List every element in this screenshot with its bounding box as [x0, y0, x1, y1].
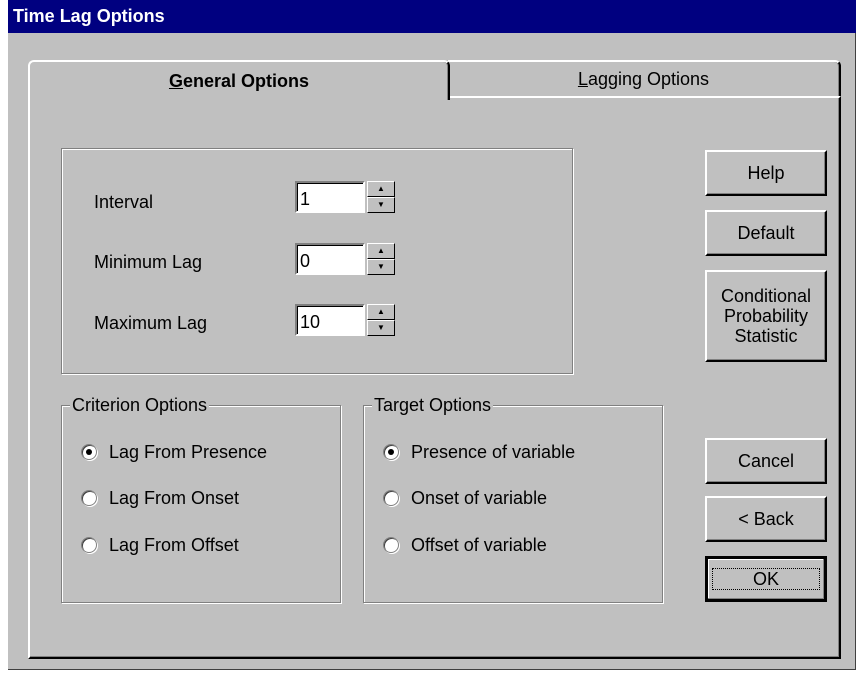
title-bar: Time Lag Options	[8, 0, 856, 33]
criterion-options-title: Criterion Options	[70, 394, 210, 416]
radio-label: Onset of variable	[411, 488, 548, 508]
back-button[interactable]: < Back	[705, 496, 827, 542]
cancel-button-label: Cancel	[737, 451, 795, 471]
radio-unchecked-icon	[81, 490, 97, 506]
spin-up-arrow-icon[interactable]: ▲	[367, 181, 395, 197]
radio-label: Presence of variable	[411, 442, 576, 462]
cancel-button[interactable]: Cancel	[705, 438, 827, 484]
help-button-label: Help	[747, 163, 785, 183]
criterion-options-group: Criterion Options Lag From Presence Lag …	[61, 394, 341, 603]
minimum-lag-spin-buttons: ▲ ▼	[367, 243, 395, 275]
target-options-title: Target Options	[372, 394, 494, 416]
radio-unchecked-icon	[383, 537, 399, 553]
radio-label: Lag From Onset	[109, 488, 240, 508]
maximum-lag-input[interactable]	[295, 304, 365, 336]
help-button[interactable]: Help	[705, 150, 827, 196]
spin-up-arrow-icon[interactable]: ▲	[367, 304, 395, 320]
radio-label: Lag From Presence	[109, 442, 268, 462]
conditional-line-2: Probability	[723, 306, 809, 326]
tab-lagging-hotkey: L	[577, 69, 588, 89]
lag-settings-panel: Interval ▲ ▼ Minimum Lag ▲ ▼ Maximum Lag…	[61, 148, 573, 374]
conditional-line-1: Conditional	[720, 286, 812, 306]
tab-lagging-label: agging Options	[587, 69, 710, 89]
window-title: Time Lag Options	[13, 6, 165, 26]
radio-unchecked-icon	[81, 537, 97, 553]
spin-down-arrow-icon[interactable]: ▼	[367, 259, 395, 275]
ok-button[interactable]: OK	[705, 556, 827, 602]
radio-unchecked-icon	[383, 490, 399, 506]
conditional-probability-statistic-button[interactable]: Conditional Probability Statistic	[705, 270, 827, 362]
radio-checked-icon	[383, 444, 399, 460]
interval-input[interactable]	[295, 181, 365, 213]
tab-general-label: eneral Options	[182, 71, 310, 91]
radio-label: Offset of variable	[411, 535, 547, 555]
conditional-line-3: Statistic	[734, 326, 798, 346]
ok-button-label: OK	[711, 568, 820, 590]
minimum-lag-input[interactable]	[295, 243, 365, 275]
minimum-lag-label: Minimum Lag	[94, 252, 203, 272]
spin-down-arrow-icon[interactable]: ▼	[367, 197, 395, 213]
default-button-label: Default	[737, 223, 795, 243]
maximum-lag-label: Maximum Lag	[94, 313, 208, 333]
target-options-group: Target Options Presence of variable Onse…	[363, 394, 663, 603]
tab-lagging-options[interactable]: Lagging Options	[448, 60, 841, 96]
minimum-lag-spinbox: ▲ ▼	[295, 243, 395, 275]
interval-label: Interval	[94, 192, 154, 212]
tab-general-hotkey: G	[168, 71, 183, 91]
dialog-window: Time Lag Options General Options Lagging…	[8, 0, 856, 670]
interval-spinbox: ▲ ▼	[295, 181, 395, 213]
default-button[interactable]: Default	[705, 210, 827, 256]
back-button-label: < Back	[738, 509, 794, 529]
spin-down-arrow-icon[interactable]: ▼	[367, 320, 395, 336]
radio-checked-icon	[81, 444, 97, 460]
maximum-lag-spinbox: ▲ ▼	[295, 304, 395, 336]
spin-up-arrow-icon[interactable]: ▲	[367, 243, 395, 259]
radio-label: Lag From Offset	[109, 535, 239, 555]
maximum-lag-spin-buttons: ▲ ▼	[367, 304, 395, 336]
tab-general-options[interactable]: General Options	[28, 60, 450, 100]
interval-spin-buttons: ▲ ▼	[367, 181, 395, 213]
